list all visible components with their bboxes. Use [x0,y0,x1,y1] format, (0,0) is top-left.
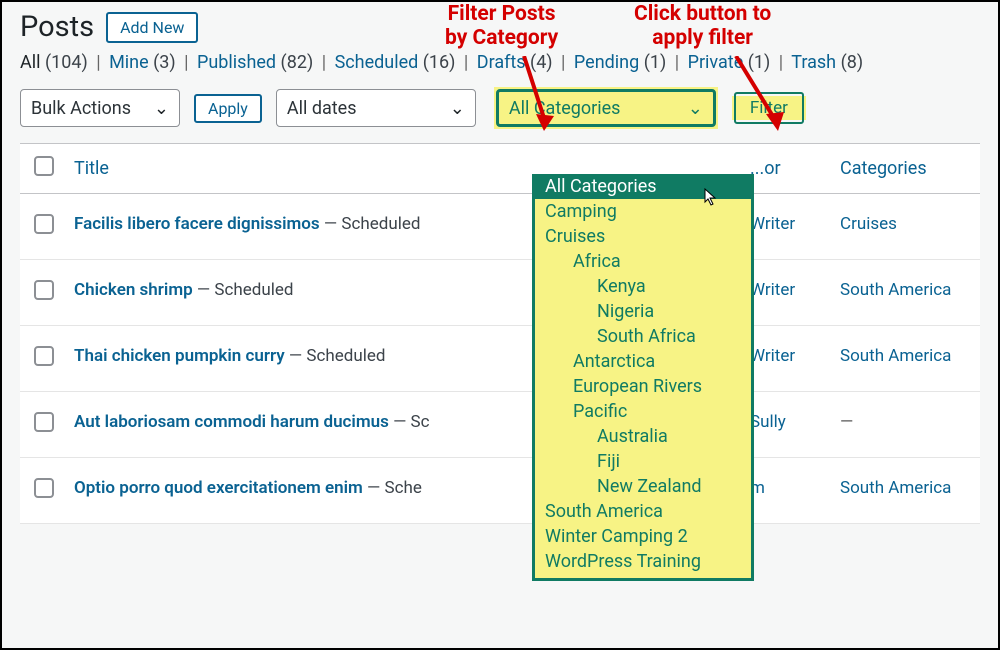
post-title-link[interactable]: Optio porro quod exercitationem enim [74,478,363,498]
post-status: — Scheduled [197,280,294,300]
post-title-link[interactable]: Facilis libero facere dignissimos [74,214,320,234]
add-new-button[interactable]: Add New [106,12,198,43]
posts-table: Title ...or Categories Facilis libero fa… [20,143,980,524]
filter-trash[interactable]: Trash (8) [791,52,863,73]
table-row: Thai chicken pumpkin curry — Scheduled Wr… [20,326,980,392]
cursor-icon [704,188,718,210]
author-link[interactable]: Writer [750,214,795,234]
col-categories[interactable]: Categories [830,144,980,194]
category-option[interactable]: WordPress Training [535,549,751,574]
category-option[interactable]: Pacific [535,399,751,424]
row-checkbox[interactable] [34,478,54,498]
category-option[interactable]: Africa [535,249,751,274]
chevron-down-icon: ⌄ [154,98,169,119]
post-status: — Sc [393,412,429,432]
category-option[interactable]: South Africa [535,324,751,349]
category-link[interactable]: Cruises [840,214,897,234]
category-link[interactable]: South America [840,478,951,498]
arrow-to-filter [726,56,786,136]
category-option[interactable]: Fiji [535,449,751,474]
post-status: — Scheduled [289,346,386,366]
category-option[interactable]: Antarctica [535,349,751,374]
category-option[interactable]: European Rivers [535,374,751,399]
category-link[interactable]: South America [840,346,951,366]
post-status: — Scheduled [324,214,421,234]
row-checkbox[interactable] [34,280,54,300]
category-option[interactable]: Cruises [535,224,751,249]
filter-all[interactable]: All (104) [20,52,88,73]
chevron-down-icon: ⌄ [450,98,465,119]
select-all-checkbox[interactable] [34,156,54,176]
category-option[interactable]: Nigeria [535,299,751,324]
author-link[interactable]: Sully [750,412,786,432]
annotation-filter-posts: Filter Posts by Category [445,2,558,50]
bulk-actions-select[interactable]: Bulk Actions ⌄ [20,89,180,127]
post-title-link[interactable]: Thai chicken pumpkin curry [74,346,285,366]
table-row: Optio porro quod exercitationem enim — S… [20,458,980,524]
table-row: Aut laboriosam commodi harum ducimus — S… [20,392,980,458]
page-title: Posts [20,10,94,44]
filter-pending[interactable]: Pending (1) [574,52,666,73]
no-category: — [840,412,853,432]
category-option[interactable]: New Zealand [535,474,751,499]
category-option[interactable]: Kenya [535,274,751,299]
category-option[interactable]: Australia [535,424,751,449]
author-link[interactable]: Writer [750,346,795,366]
category-option[interactable]: Camping [535,199,751,224]
table-row: Chicken shrimp — Scheduled Writer South Am… [20,260,980,326]
date-filter-select[interactable]: All dates ⌄ [276,89,476,127]
annotation-click-button: Click button to apply filter [634,2,771,50]
category-option[interactable]: South America [535,499,751,524]
status-filter-links: All (104) | Mine (3) | Published (82) | … [20,52,980,73]
chevron-down-icon: ⌄ [688,98,703,119]
category-link[interactable]: South America [840,280,951,300]
table-row: Facilis libero facere dignissimos — Sche… [20,194,980,260]
filter-mine[interactable]: Mine (3) [109,52,176,73]
post-title-link[interactable]: Aut laboriosam commodi harum ducimus [74,412,389,432]
filter-scheduled[interactable]: Scheduled (16) [335,52,456,73]
row-checkbox[interactable] [34,412,54,432]
row-checkbox[interactable] [34,346,54,366]
category-dropdown[interactable]: All CategoriesCampingCruisesAfricaKenyaN… [532,174,754,581]
post-status: — Sche [367,478,422,498]
apply-button[interactable]: Apply [194,94,262,123]
post-title-link[interactable]: Chicken shrimp [74,280,193,300]
category-option[interactable]: Winter Camping 2 [535,524,751,549]
arrow-to-category [514,56,554,136]
row-checkbox[interactable] [34,214,54,234]
category-option[interactable]: All Categories [535,174,751,199]
filter-published[interactable]: Published (82) [197,52,313,73]
author-link[interactable]: Writer [750,280,795,300]
